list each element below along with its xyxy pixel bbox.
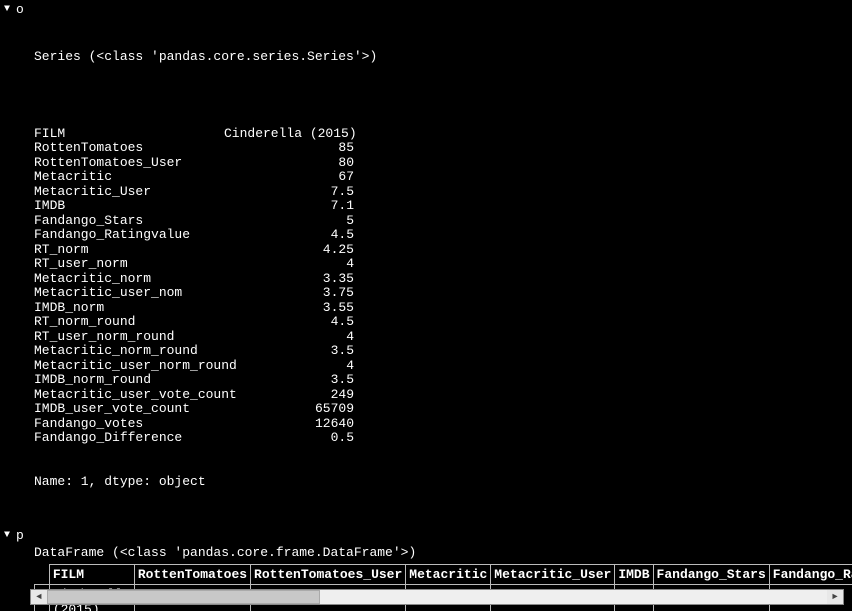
- series-row: RottenTomatoes85: [34, 141, 848, 156]
- series-row: RT_user_norm4: [34, 257, 848, 272]
- series-row: Metacritic_norm3.35: [34, 272, 848, 287]
- series-row-label: IMDB_norm_round: [34, 373, 224, 388]
- series-row-value: 5: [224, 214, 354, 229]
- collapse-icon[interactable]: ▼: [4, 530, 14, 541]
- series-row-value: 3.75: [224, 286, 354, 301]
- table-header-cell: Metacritic_User: [491, 565, 615, 585]
- series-row-value: 7.5: [224, 185, 354, 200]
- series-row: Metacritic_norm_round3.5: [34, 344, 848, 359]
- series-row-value: 0.5: [224, 431, 354, 446]
- series-row-label: IMDB_user_vote_count: [34, 402, 224, 417]
- series-row: Metacritic_user_vote_count249: [34, 388, 848, 403]
- series-row-value: 3.5: [224, 373, 354, 388]
- series-row-value: 67: [224, 170, 354, 185]
- series-row-label: RottenTomatoes: [34, 141, 224, 156]
- series-row-label: IMDB: [34, 199, 224, 214]
- variable-p-header[interactable]: ▼ p: [4, 528, 848, 543]
- series-row: Fandango_Difference0.5: [34, 431, 848, 446]
- table-header-cell: [35, 565, 50, 585]
- series-rows: FILMCinderella (2015)RottenTomatoes85Rot…: [34, 127, 848, 446]
- table-header-cell: Fandango_Ratingvalue: [769, 565, 852, 585]
- series-row-label: RT_user_norm: [34, 257, 224, 272]
- series-row: Metacritic67: [34, 170, 848, 185]
- series-row: IMDB_norm_round3.5: [34, 373, 848, 388]
- series-row-label: RT_norm_round: [34, 315, 224, 330]
- series-row-value: 7.1: [224, 199, 354, 214]
- series-row: Fandango_Ratingvalue4.5: [34, 228, 848, 243]
- series-row: FILMCinderella (2015): [34, 127, 848, 142]
- variable-name: p: [16, 528, 24, 543]
- series-row-value: 12640: [224, 417, 354, 432]
- series-row-value: 85: [224, 141, 354, 156]
- series-row-label: Fandango_votes: [34, 417, 224, 432]
- variable-name: o: [16, 2, 24, 17]
- series-row-label: RT_norm: [34, 243, 224, 258]
- series-type-line: Series (<class 'pandas.core.series.Serie…: [34, 50, 848, 65]
- series-row-value: 3.5: [224, 344, 354, 359]
- series-row-label: RT_user_norm_round: [34, 330, 224, 345]
- horizontal-scrollbar[interactable]: ◄ ►: [30, 589, 844, 605]
- series-row-value: 3.55: [224, 301, 354, 316]
- scroll-thumb[interactable]: [47, 590, 320, 604]
- scroll-right-icon[interactable]: ►: [827, 590, 843, 604]
- scroll-track[interactable]: [47, 590, 827, 604]
- series-footer: Name: 1, dtype: object: [34, 475, 848, 490]
- table-header-cell: Fandango_Stars: [653, 565, 769, 585]
- table-header-cell: Metacritic: [406, 565, 491, 585]
- series-row-label: Metacritic: [34, 170, 224, 185]
- series-row-value: 4.25: [224, 243, 354, 258]
- series-row-label: Metacritic_user_vote_count: [34, 388, 224, 403]
- series-row-value: 80: [224, 156, 354, 171]
- series-row-label: RottenTomatoes_User: [34, 156, 224, 171]
- series-row-label: Metacritic_User: [34, 185, 224, 200]
- series-row-value: 65709: [224, 402, 354, 417]
- series-row-label: FILM: [34, 127, 224, 142]
- series-row: IMDB_user_vote_count65709: [34, 402, 848, 417]
- table-header-cell: IMDB: [615, 565, 653, 585]
- series-row: Fandango_Stars5: [34, 214, 848, 229]
- series-row: IMDB_norm3.55: [34, 301, 848, 316]
- series-row-value: 249: [224, 388, 354, 403]
- table-header-cell: RottenTomatoes: [134, 565, 250, 585]
- series-row-value: 4.5: [224, 228, 354, 243]
- variable-o-block: ▼ o Series (<class 'pandas.core.series.S…: [4, 2, 848, 518]
- series-row-label: IMDB_norm: [34, 301, 224, 316]
- series-row-label: Metacritic_norm: [34, 272, 224, 287]
- scroll-left-icon[interactable]: ◄: [31, 590, 47, 604]
- series-row-label: Fandango_Difference: [34, 431, 224, 446]
- dataframe-type-line: DataFrame (<class 'pandas.core.frame.Dat…: [34, 545, 848, 560]
- series-row: Metacritic_user_norm_round4: [34, 359, 848, 374]
- series-row: RT_norm4.25: [34, 243, 848, 258]
- series-row-value: 3.35: [224, 272, 354, 287]
- series-row: RT_norm_round4.5: [34, 315, 848, 330]
- table-header-cell: FILM: [49, 565, 134, 585]
- variable-o-header[interactable]: ▼ o: [4, 2, 848, 17]
- collapse-icon[interactable]: ▼: [4, 4, 14, 15]
- series-row: RT_user_norm_round4: [34, 330, 848, 345]
- table-header-cell: RottenTomatoes_User: [251, 565, 406, 585]
- series-row-label: Fandango_Ratingvalue: [34, 228, 224, 243]
- series-row: Metacritic_user_nom3.75: [34, 286, 848, 301]
- series-row: Fandango_votes12640: [34, 417, 848, 432]
- series-row-label: Metacritic_user_nom: [34, 286, 224, 301]
- series-row-label: Metacritic_user_norm_round: [34, 359, 224, 374]
- series-row-value: 4: [224, 330, 354, 345]
- series-row-value: 4: [224, 257, 354, 272]
- series-row-label: Fandango_Stars: [34, 214, 224, 229]
- series-row-value: Cinderella (2015): [224, 127, 354, 142]
- series-row-label: Metacritic_norm_round: [34, 344, 224, 359]
- series-row: RottenTomatoes_User80: [34, 156, 848, 171]
- series-row-value: 4.5: [224, 315, 354, 330]
- series-row: IMDB7.1: [34, 199, 848, 214]
- series-row: Metacritic_User7.5: [34, 185, 848, 200]
- series-row-value: 4: [224, 359, 354, 374]
